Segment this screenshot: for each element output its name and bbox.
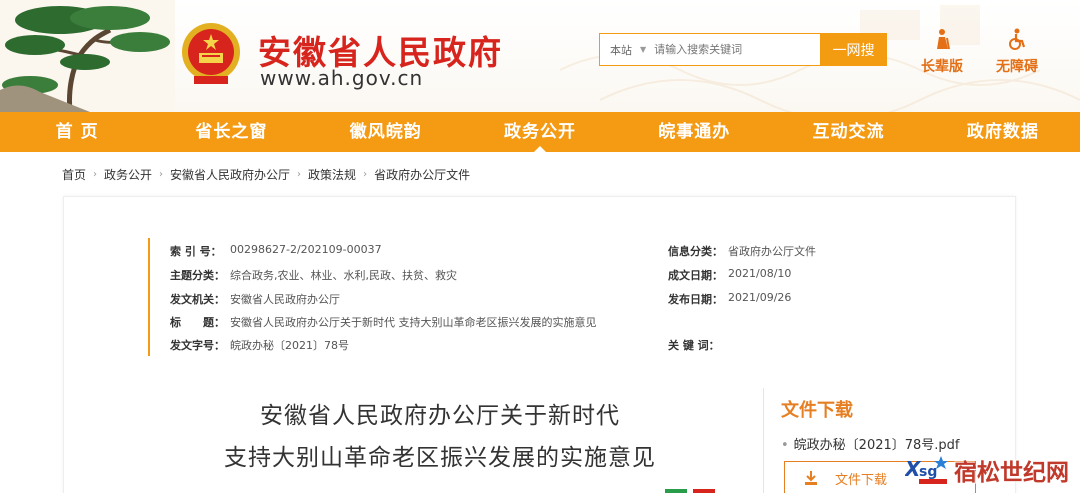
meta-index-no: 索 引 号： 00298627-2/202109-00037 <box>170 243 382 258</box>
search-scope-select[interactable]: 本站 <box>600 42 640 58</box>
site-header: 安徽省人民政府 www.ah.gov.cn 本站 ▼ 一网搜 长辈版 无障碍 <box>0 0 1080 112</box>
meta-issuer: 发文机关： 安徽省人民政府办公厅 <box>170 293 340 306</box>
accessibility-label: 无障碍 <box>996 59 1038 75</box>
search-button[interactable]: 一网搜 <box>820 33 887 66</box>
file-download-button-label: 文件下载 <box>835 472 888 488</box>
nav-online-services[interactable]: 皖事通办 <box>617 112 771 152</box>
meta-created-date: 成文日期： 2021/08/10 <box>668 267 792 282</box>
wheelchair-icon <box>1009 28 1026 50</box>
nav-home[interactable]: 首 页 <box>0 112 154 152</box>
pine-tree-logo <box>0 0 175 112</box>
breadcrumb: 首页 › 政务公开 › 安徽省人民政府办公厅 › 政策法规 › 省政府办公厅文件 <box>62 166 470 183</box>
breadcrumb-policies[interactable]: 政策法规 <box>308 166 356 183</box>
chevron-right-icon: › <box>363 169 368 180</box>
nav-governor-window[interactable]: 省长之窗 <box>154 112 308 152</box>
breadcrumb-government-affairs[interactable]: 政务公开 <box>104 166 152 183</box>
elder-version-link[interactable]: 长辈版 <box>912 28 972 76</box>
file-download-heading: 文件下载 <box>781 400 853 421</box>
watermark: X sg 宿松世纪网 <box>905 452 1069 488</box>
elder-version-label: 长辈版 <box>921 59 963 75</box>
svg-text:sg: sg <box>919 464 937 480</box>
search-bar: 本站 ▼ 一网搜 <box>599 33 887 66</box>
meta-keywords: 关 键 词： <box>668 339 720 352</box>
document-title-line1: 安徽省人民政府办公厅关于新时代 <box>260 403 620 429</box>
search-input[interactable] <box>654 34 820 65</box>
file-download-link[interactable]: • 皖政办秘〔2021〕78号.pdf <box>781 434 960 453</box>
document-title: 安徽省人民政府办公厅关于新时代 支持大别山革命老区振兴发展的实施意见 <box>150 395 730 479</box>
watermark-text: 宿松世纪网 <box>954 460 1069 486</box>
meta-info-category: 信息分类： 省政府办公厅文件 <box>668 245 816 258</box>
chevron-right-icon: › <box>93 169 98 180</box>
chevron-right-icon: › <box>297 169 302 180</box>
chevron-down-icon[interactable]: ▼ <box>640 45 646 54</box>
site-url[interactable]: www.ah.gov.cn <box>260 66 423 90</box>
accessibility-link[interactable]: 无障碍 <box>987 28 1047 76</box>
chevron-right-icon: › <box>159 169 164 180</box>
download-icon <box>805 471 817 485</box>
breadcrumb-office-documents[interactable]: 省政府办公厅文件 <box>374 166 470 183</box>
document-metadata: 索 引 号： 00298627-2/202109-00037 主题分类： 综合政… <box>148 238 848 356</box>
decorative-strip <box>665 489 715 493</box>
file-name: 皖政办秘〔2021〕78号.pdf <box>793 438 960 453</box>
elder-person-icon <box>937 29 950 50</box>
nav-interaction[interactable]: 互动交流 <box>771 112 925 152</box>
breadcrumb-general-office[interactable]: 安徽省人民政府办公厅 <box>170 166 290 183</box>
watermark-logo: X sg <box>905 456 948 484</box>
meta-subject: 主题分类： 综合政务,农业、林业、水利,民政、扶贫、救灾 <box>170 269 457 282</box>
breadcrumb-home[interactable]: 首页 <box>62 166 86 183</box>
nav-government-data[interactable]: 政府数据 <box>926 112 1080 152</box>
meta-published-date: 发布日期： 2021/09/26 <box>668 291 792 306</box>
document-title-line2: 支持大别山革命老区振兴发展的实施意见 <box>224 445 656 471</box>
main-nav: 首 页 省长之窗 徽风皖韵 政务公开 皖事通办 互动交流 政府数据 <box>0 112 1080 152</box>
nav-anhui-culture[interactable]: 徽风皖韵 <box>309 112 463 152</box>
meta-title: 标 题： 安徽省人民政府办公厅关于新时代 支持大别山革命老区振兴发展的实施意见 <box>170 316 597 329</box>
meta-doc-no: 发文字号： 皖政办秘〔2021〕78号 <box>170 339 349 352</box>
national-emblem-icon <box>182 23 240 84</box>
nav-government-affairs[interactable]: 政务公开 <box>463 112 617 152</box>
bullet-icon: • <box>781 438 789 453</box>
